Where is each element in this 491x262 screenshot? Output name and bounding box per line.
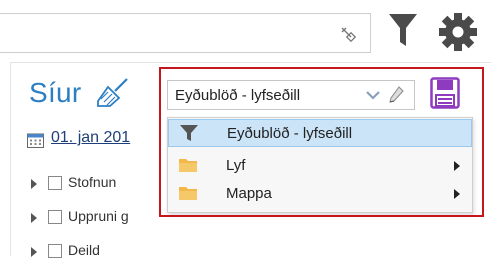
clear-search-icon[interactable] <box>338 24 358 44</box>
checkbox[interactable] <box>48 176 62 190</box>
search-box[interactable] <box>0 13 371 54</box>
gear-icon[interactable] <box>438 12 478 52</box>
date-link[interactable]: 01. jan 201 <box>51 129 130 147</box>
highlight-frame <box>159 67 484 217</box>
checkbox[interactable] <box>48 244 62 258</box>
checkbox[interactable] <box>48 210 62 224</box>
tree-item-label: Stofnun <box>68 174 117 190</box>
tree-item-label: Uppruni g <box>68 208 129 224</box>
expand-caret-icon[interactable] <box>31 213 37 223</box>
tree-item-label: Deild <box>68 242 100 258</box>
expand-caret-icon[interactable] <box>31 179 37 189</box>
broom-icon[interactable] <box>95 77 129 107</box>
panel-title: Síur <box>29 77 82 108</box>
calendar-icon[interactable] <box>27 132 44 148</box>
expand-caret-icon[interactable] <box>31 247 37 257</box>
funnel-icon[interactable] <box>388 12 418 48</box>
search-input[interactable] <box>0 14 330 54</box>
